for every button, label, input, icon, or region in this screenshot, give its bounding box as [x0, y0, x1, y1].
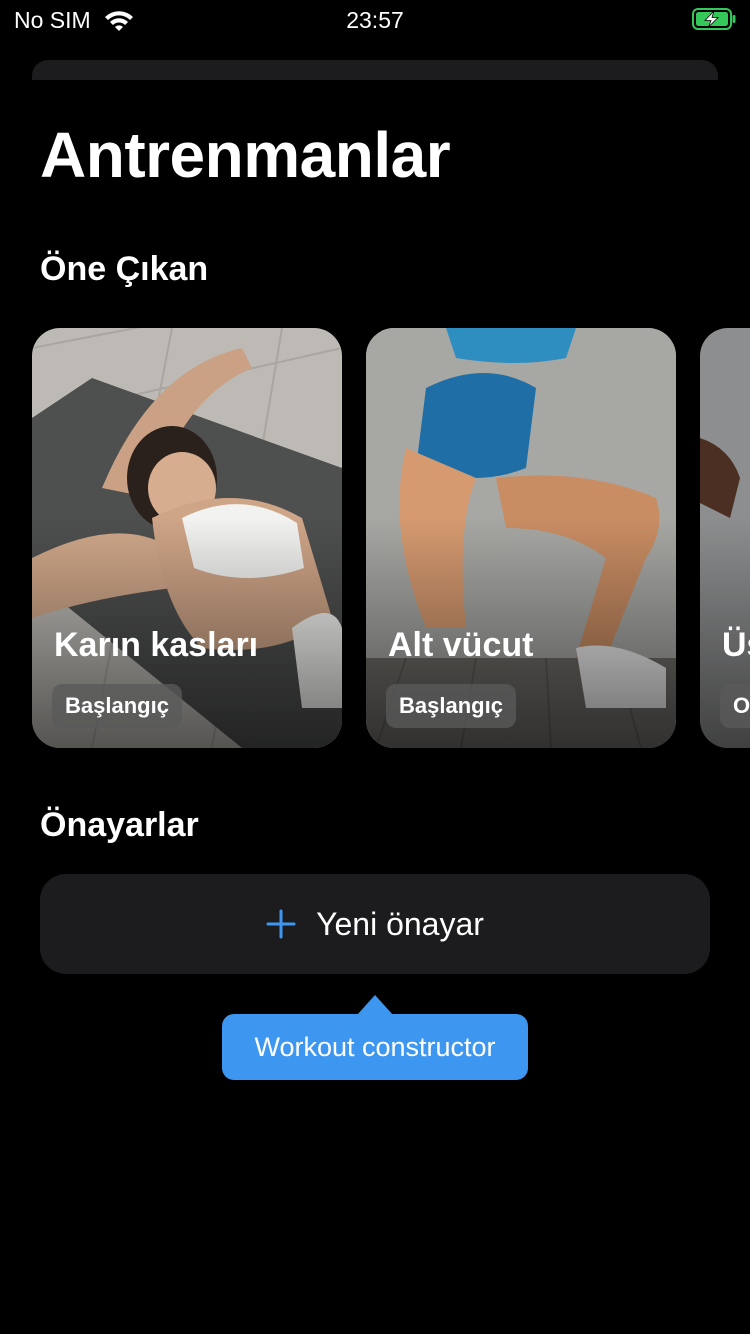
- workout-card-title: Üs: [722, 626, 750, 664]
- workout-constructor-tooltip[interactable]: Workout constructor: [222, 1014, 528, 1080]
- status-bar: No SIM 23:57: [0, 0, 750, 40]
- workout-card-upper-body[interactable]: Üs O: [700, 328, 750, 748]
- new-preset-label: Yeni önayar: [316, 905, 484, 942]
- workout-card-title: Karın kasları: [54, 626, 259, 664]
- workout-card-abs[interactable]: Karın kasları Başlangıç: [32, 328, 342, 748]
- featured-section-title: Öne Çıkan: [40, 250, 209, 288]
- workout-card-title: Alt vücut: [388, 626, 534, 664]
- sheet-edge: [32, 60, 718, 80]
- workout-level-badge: O: [720, 684, 750, 728]
- workout-level-badge: Başlangıç: [386, 684, 516, 728]
- new-preset-button[interactable]: Yeni önayar: [40, 874, 710, 974]
- workout-card-lower-body[interactable]: Alt vücut Başlangıç: [366, 328, 676, 748]
- presets-section-title: Önayarlar: [40, 806, 199, 844]
- tooltip-arrow: [357, 995, 393, 1015]
- page-title: Antrenmanlar: [40, 119, 451, 191]
- status-time: 23:57: [346, 7, 404, 33]
- workout-level-badge: Başlangıç: [52, 684, 182, 728]
- featured-carousel[interactable]: Karın kasları Başlangıç Alt vücut Başlan…: [0, 328, 750, 748]
- battery-charging-icon: [692, 8, 736, 30]
- plus-icon: [266, 909, 296, 939]
